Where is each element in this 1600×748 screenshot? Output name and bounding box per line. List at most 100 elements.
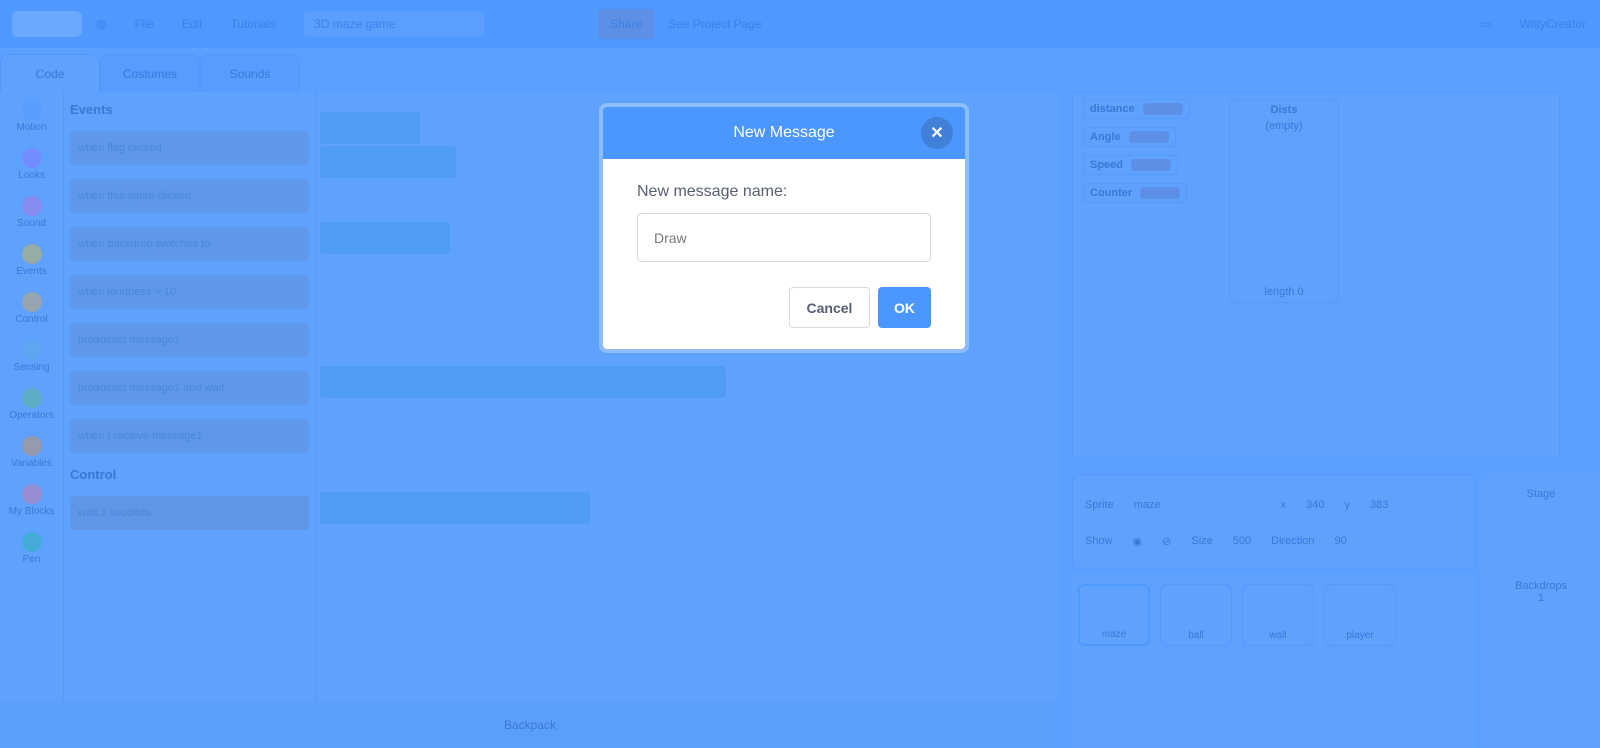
script-block[interactable] <box>320 112 420 144</box>
sprite-list: maze ball wall player <box>1072 574 1476 748</box>
category-label: Pen <box>22 553 41 565</box>
new-message-dialog: New Message ✕ New message name: Cancel O… <box>599 103 969 353</box>
sprite-thumbnail-label: wall <box>1269 630 1287 641</box>
sprite-label: Sprite <box>1085 499 1114 511</box>
palette-block[interactable]: when backdrop switches to <box>70 227 309 261</box>
menu-bar: ◍ File Edit Tutorials 3D maze game Share… <box>0 0 1600 48</box>
y-input[interactable]: 383 <box>1370 499 1388 511</box>
list-monitor: Dists (empty) length 0 <box>1229 99 1339 303</box>
category-variables[interactable]: Variables <box>0 428 63 476</box>
palette-block[interactable]: when this sprite clicked <box>70 179 309 213</box>
script-block[interactable] <box>320 146 456 178</box>
share-button[interactable]: Share <box>598 9 655 39</box>
backdrops-label: Backdrops <box>1515 580 1567 592</box>
size-label: Size <box>1191 535 1213 547</box>
monitor-label: Speed <box>1090 159 1124 171</box>
size-input[interactable]: 500 <box>1233 535 1251 547</box>
script-block[interactable] <box>320 492 590 524</box>
sprite-info-panel: Sprite maze x 340 y 383 Show ◉ ⊘ Size 50… <box>1072 474 1476 570</box>
sprite-thumbnail-label: ball <box>1188 630 1204 641</box>
category-label: Sensing <box>13 361 50 373</box>
block-palette: Events when flag clicked when this sprite… <box>64 92 316 748</box>
palette-block[interactable]: wait 1 seconds <box>70 496 309 530</box>
category-dot-icon <box>21 435 42 456</box>
category-dot-icon <box>21 531 42 552</box>
cancel-button[interactable]: Cancel <box>789 287 870 328</box>
ok-button[interactable]: OK <box>878 287 931 328</box>
category-motion[interactable]: Motion <box>0 92 63 140</box>
category-dot-icon <box>21 243 42 264</box>
menu-file[interactable]: File <box>120 0 167 48</box>
events-heading: Events <box>70 102 113 117</box>
variable-monitor: Angle <box>1083 127 1176 147</box>
palette-block[interactable]: broadcast message1 and wait <box>70 371 309 405</box>
message-name-input[interactable] <box>637 213 931 262</box>
stage-label: Stage <box>1526 488 1556 500</box>
category-dot-icon <box>21 195 42 216</box>
scratch-logo[interactable] <box>12 11 82 37</box>
category-operators[interactable]: Operators <box>0 380 63 428</box>
palette-block[interactable]: when flag clicked <box>70 131 309 165</box>
tab-code[interactable]: Code <box>0 54 100 94</box>
category-looks[interactable]: Looks <box>0 140 63 188</box>
x-input[interactable]: 340 <box>1306 499 1324 511</box>
list-empty: (empty) <box>1265 120 1303 132</box>
y-label: y <box>1344 499 1351 511</box>
tab-costumes[interactable]: Costumes <box>100 54 200 94</box>
category-dot-icon <box>21 291 42 312</box>
category-label: Looks <box>18 169 45 181</box>
tab-sounds[interactable]: Sounds <box>200 54 300 94</box>
editor-tabs: Code Costumes Sounds <box>0 48 300 94</box>
sprite-thumbnail[interactable]: player <box>1324 584 1396 646</box>
category-dot-icon <box>21 99 42 120</box>
show-eye-icon[interactable]: ◉ <box>1133 535 1143 548</box>
category-sound[interactable]: Sound <box>0 188 63 236</box>
x-label: x <box>1280 499 1287 511</box>
category-sensing[interactable]: Sensing <box>0 332 63 380</box>
sprite-thumbnail[interactable]: maze <box>1078 584 1150 646</box>
script-block[interactable] <box>320 222 450 254</box>
sprite-thumbnail[interactable]: ball <box>1160 584 1232 646</box>
username[interactable]: WittyCreator <box>1505 0 1600 48</box>
category-label: My Blocks <box>8 505 55 517</box>
category-label: Events <box>16 265 47 277</box>
category-events[interactable]: Events <box>0 236 63 284</box>
monitor-value <box>1128 131 1169 143</box>
sprite-thumbnail[interactable]: wall <box>1242 584 1314 646</box>
monitor-label: distance <box>1090 103 1135 115</box>
category-my-blocks[interactable]: My Blocks <box>0 476 63 524</box>
show-label: Show <box>1085 535 1113 547</box>
category-dot-icon <box>21 147 42 168</box>
list-title: Dists <box>1270 104 1298 116</box>
stage-panel[interactable]: Stage Backdrops 1 <box>1482 474 1600 748</box>
variable-monitor: distance <box>1083 99 1190 119</box>
see-project-page-button[interactable]: See Project Page <box>654 0 775 48</box>
menu-tutorials[interactable]: Tutorials <box>217 0 291 48</box>
project-title-input[interactable]: 3D maze game <box>304 11 485 37</box>
sprite-name-input[interactable]: maze <box>1134 499 1161 511</box>
globe-icon[interactable]: ◍ <box>82 0 120 48</box>
category-control[interactable]: Control <box>0 284 63 332</box>
category-menu: Motion Looks Sound Events Control Sensing Oper… <box>0 92 64 748</box>
folder-icon[interactable]: ▭ <box>1466 0 1505 48</box>
palette-block[interactable]: broadcast message1 <box>70 323 309 357</box>
category-label: Variables <box>11 457 52 469</box>
close-icon[interactable]: ✕ <box>921 117 953 149</box>
direction-label: Direction <box>1271 535 1315 547</box>
palette-block[interactable]: when loudness > 10 <box>70 275 309 309</box>
backpack[interactable]: Backpack <box>0 702 1060 748</box>
sprite-thumbnail-label: maze <box>1101 629 1127 640</box>
category-label: Motion <box>16 121 47 133</box>
monitor-label: Counter <box>1090 187 1133 199</box>
script-block[interactable] <box>320 366 726 398</box>
hide-eye-icon[interactable]: ⊘ <box>1162 535 1171 548</box>
palette-block[interactable]: when I receive message1 <box>70 419 309 453</box>
menu-edit[interactable]: Edit <box>168 0 217 48</box>
monitor-value <box>1131 159 1172 171</box>
direction-input[interactable]: 90 <box>1335 535 1347 547</box>
stage[interactable]: distance Angle Speed Counter Dists (empty) … <box>1072 92 1560 458</box>
dialog-title: New Message <box>733 124 835 141</box>
monitor-label: Angle <box>1090 131 1121 143</box>
sprite-thumbnail-label: player <box>1346 630 1374 641</box>
category-pen[interactable]: Pen <box>0 524 63 572</box>
